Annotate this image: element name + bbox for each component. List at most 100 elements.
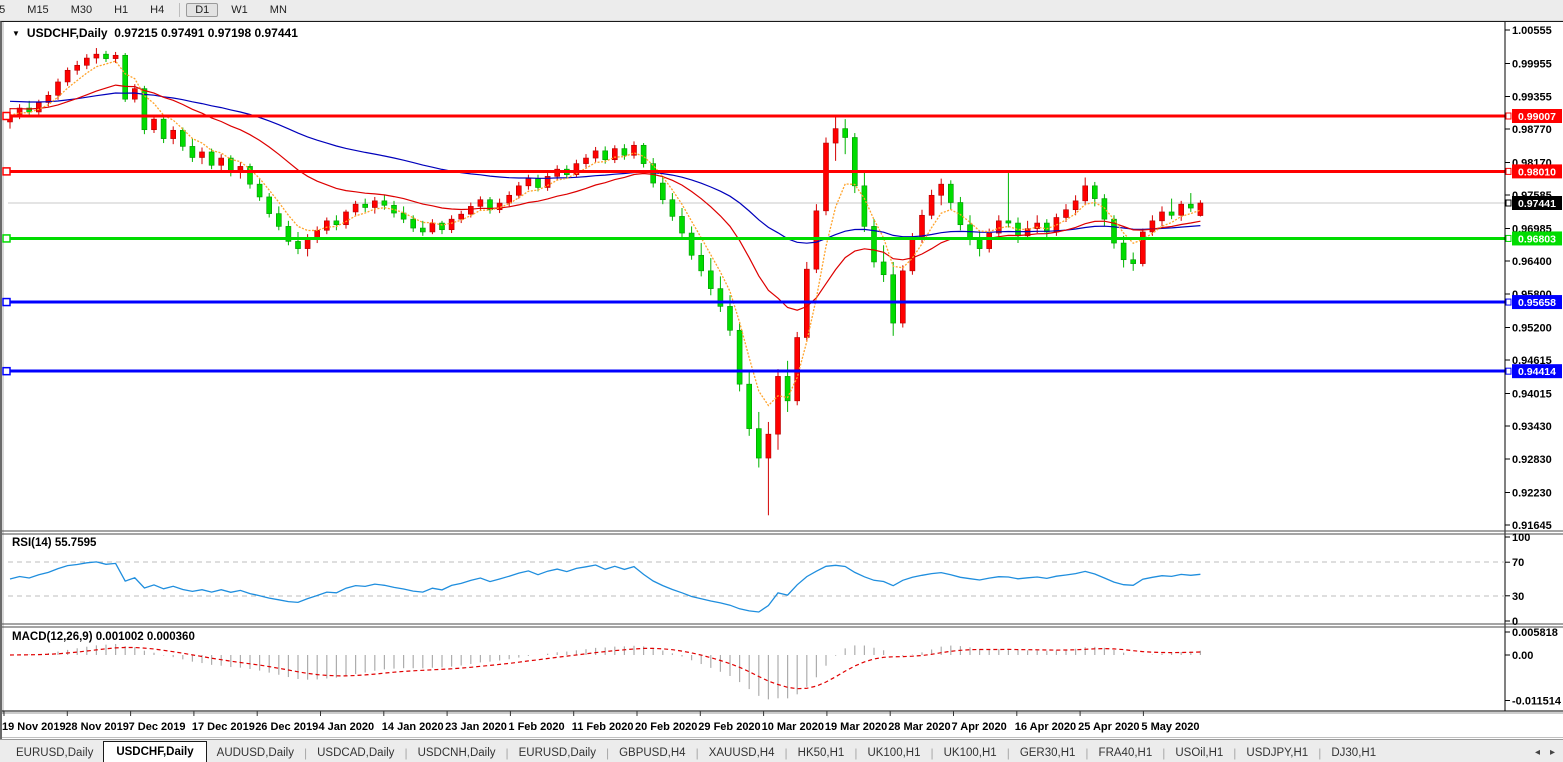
hline-price-label: 0.95658	[1518, 297, 1556, 309]
hline-left-handle[interactable]	[3, 368, 10, 375]
date-label: 25 Apr 2020	[1078, 721, 1139, 733]
ohlc-high: 0.97491	[161, 26, 204, 40]
macd-tick-label: 0.005818	[1512, 627, 1558, 639]
date-label: 19 Mar 2020	[825, 721, 887, 733]
mt4-application-window: M5 M15 M30 H1 H4 D1 W1 MN ▼ USDCHF,Daily 0.97215…	[0, 0, 1563, 762]
chart-tab-usdjpy-h1[interactable]: USDJPY,H1	[1236, 744, 1318, 762]
hline-price-handle[interactable]	[1506, 235, 1511, 241]
hline-price-handle[interactable]	[1506, 299, 1511, 305]
chart-tab-xauusd-h4[interactable]: XAUUSD,H4	[699, 744, 785, 762]
hline-0.99007[interactable]	[8, 115, 1505, 118]
hline-left-handle[interactable]	[3, 235, 10, 242]
price-tick-label: 0.92830	[1512, 454, 1552, 466]
chart-tab-fra40-h1[interactable]: FRA40,H1	[1089, 744, 1163, 762]
macd-tick-label: -0.011514	[1512, 696, 1562, 708]
hline-price-handle[interactable]	[1506, 368, 1511, 374]
chart-tab-uk100-h1[interactable]: UK100,H1	[934, 744, 1007, 762]
date-label: 17 Dec 2019	[192, 721, 255, 733]
price-tick-label: 0.96400	[1512, 256, 1552, 268]
chart-tab-bar: EURUSD,DailyUSDCHF,DailyAUDUSD,Daily|USD…	[0, 739, 1563, 762]
chart-title: ▼ USDCHF,Daily 0.97215 0.97491 0.97198 0.…	[12, 26, 298, 40]
chart-tab-usdcnh-daily[interactable]: USDCNH,Daily	[408, 744, 506, 762]
chart-background[interactable]	[2, 22, 1563, 738]
chart-symbol-label: USDCHF,Daily	[27, 26, 108, 40]
chart-tab-ger30-h1[interactable]: GER30,H1	[1010, 744, 1086, 762]
date-label: 16 Apr 2020	[1015, 721, 1076, 733]
price-tick-label: 0.91645	[1512, 520, 1552, 532]
price-tick-label: 1.00555	[1512, 25, 1552, 37]
date-label: 20 Feb 2020	[635, 721, 697, 733]
date-label: 1 Feb 2020	[508, 721, 564, 733]
date-label: 11 Feb 2020	[572, 721, 634, 733]
macd-tick-label: 0.00	[1512, 650, 1533, 662]
timeframe-button-mn[interactable]: MN	[261, 3, 296, 17]
hline-price-label: 0.98010	[1518, 166, 1556, 178]
chart-canvas[interactable]: 1.005550.999550.993550.987700.981700.975…	[0, 0, 1563, 762]
date-label: 7 Apr 2020	[952, 721, 1007, 733]
date-label: 29 Feb 2020	[698, 721, 760, 733]
toolbar-separator	[179, 3, 180, 17]
rsi-indicator-label: RSI(14) 55.7595	[12, 537, 96, 549]
rsi-tick-label: 100	[1512, 532, 1530, 544]
timeframe-button-w1[interactable]: W1	[222, 3, 257, 17]
timeframe-button-m30[interactable]: M30	[62, 3, 101, 17]
price-tick-label: 0.99355	[1512, 92, 1552, 104]
hline-price-label: 0.94414	[1518, 366, 1556, 378]
date-label: 28 Nov 2019	[65, 721, 129, 733]
price-tick-label: 0.92230	[1512, 488, 1552, 500]
rsi-tick-label: 30	[1512, 591, 1524, 603]
ohlc-close: 0.97441	[254, 26, 297, 40]
hline-0.95658[interactable]	[8, 301, 1505, 304]
hline-price-handle[interactable]	[1506, 113, 1511, 119]
timeframe-button-h1[interactable]: H1	[105, 3, 137, 17]
hline-price-handle[interactable]	[1506, 168, 1511, 174]
hline-price-label: 0.96803	[1518, 233, 1556, 245]
chart-tab-eurusd-daily[interactable]: EURUSD,Daily	[6, 744, 103, 762]
date-label: 23 Jan 2020	[445, 721, 507, 733]
rsi-tick-label: 70	[1512, 557, 1524, 569]
chart-tab-usoil-h1[interactable]: USOil,H1	[1165, 744, 1233, 762]
date-label: 4 Jan 2020	[319, 721, 375, 733]
chart-tab-usdcad-daily[interactable]: USDCAD,Daily	[307, 744, 404, 762]
hline-left-handle[interactable]	[3, 299, 10, 306]
hline-left-handle[interactable]	[3, 168, 10, 175]
hline-0.94414[interactable]	[8, 370, 1505, 373]
chart-tab-usdchf-daily[interactable]: USDCHF,Daily	[103, 741, 206, 762]
date-label: 10 Mar 2020	[762, 721, 824, 733]
date-label: 14 Jan 2020	[382, 721, 444, 733]
timeframe-button-d1[interactable]: D1	[186, 3, 218, 17]
price-tick-label: 0.93430	[1512, 421, 1552, 433]
chart-tab-gbpusd-h4[interactable]: GBPUSD,H4	[609, 744, 695, 762]
price-tick-label: 0.95200	[1512, 323, 1552, 335]
ohlc-low: 0.97198	[208, 26, 251, 40]
date-label: 26 Dec 2019	[255, 721, 318, 733]
date-label: 19 Nov 2019	[2, 721, 66, 733]
chart-tab-uk100-h1[interactable]: UK100,H1	[857, 744, 930, 762]
timeframe-button-m5[interactable]: M5	[0, 3, 14, 17]
symbol-dropdown-icon[interactable]: ▼	[12, 29, 20, 38]
price-tick-label: 0.98770	[1512, 124, 1552, 136]
date-label: 28 Mar 2020	[888, 721, 950, 733]
ohlc-open: 0.97215	[114, 26, 157, 40]
timeframe-toolbar: M5 M15 M30 H1 H4 D1 W1 MN	[0, 0, 1563, 21]
price-tick-label: 0.99955	[1512, 58, 1552, 70]
hline-left-handle[interactable]	[3, 113, 10, 120]
hline-0.96803[interactable]	[8, 237, 1505, 240]
hline-price-label: 0.99007	[1518, 111, 1556, 123]
price-tick-label: 0.94015	[1512, 388, 1552, 400]
date-label: 7 Dec 2019	[129, 721, 186, 733]
date-label: 5 May 2020	[1141, 721, 1199, 733]
chart-tab-dj30-h1[interactable]: DJ30,H1	[1321, 744, 1386, 762]
chart-tab-eurusd-daily[interactable]: EURUSD,Daily	[509, 744, 606, 762]
timeframe-button-h4[interactable]: H4	[141, 3, 173, 17]
chart-tab-hk50-h1[interactable]: HK50,H1	[788, 744, 855, 762]
tab-scroll-left-icon[interactable]: ◂	[1535, 747, 1540, 758]
chart-tab-strip: EURUSD,DailyUSDCHF,DailyAUDUSD,Daily|USD…	[6, 741, 1386, 762]
tab-scroll-right-icon[interactable]: ▸	[1550, 747, 1555, 758]
tab-nav: ◂ ▸	[1535, 741, 1563, 762]
chart-tab-audusd-daily[interactable]: AUDUSD,Daily	[207, 744, 304, 762]
current-price-handle[interactable]	[1506, 200, 1511, 206]
timeframe-strip: M5 M15 M30 H1 H4 D1 W1 MN	[0, 0, 1563, 20]
timeframe-button-m15[interactable]: M15	[18, 3, 57, 17]
hline-0.98010[interactable]	[8, 170, 1505, 173]
